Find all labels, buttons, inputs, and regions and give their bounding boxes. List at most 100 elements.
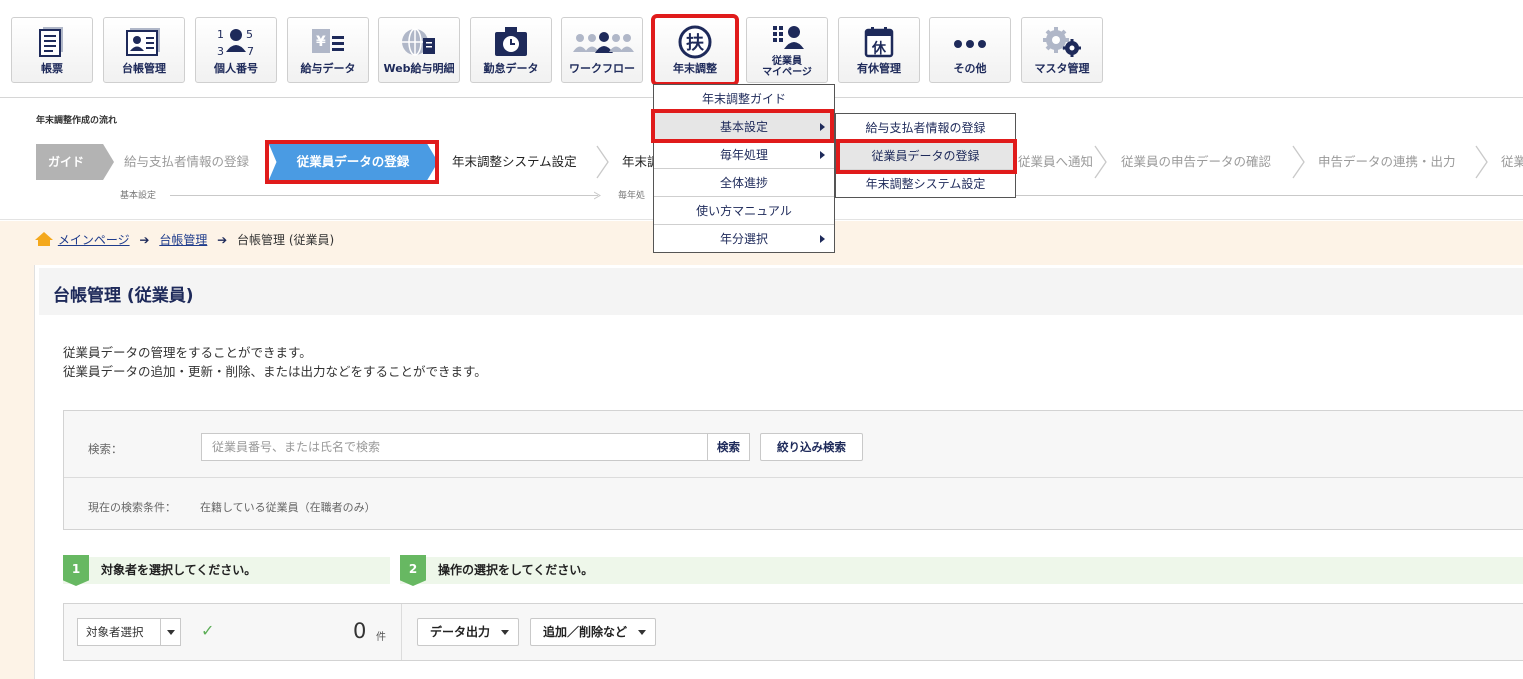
add-delete-dropdown[interactable]: 追加／削除など (530, 618, 657, 646)
chevron-right-icon (596, 145, 609, 179)
flow-step-link-output[interactable]: 申告データの連携・出力 (1318, 144, 1456, 180)
step2-text: 操作の選択をしてください。 (438, 563, 594, 577)
data-export-dropdown[interactable]: データ出力 (417, 618, 520, 646)
target-select-dropdown[interactable]: 対象者選択 (77, 618, 181, 646)
page-description-line2: 従業員データの追加・更新・削除、または出力などをすることができます。 (63, 364, 487, 379)
paid-leave-calendar-icon: 休 (864, 27, 894, 58)
web-payslip-icon (402, 28, 435, 56)
menu-item-label: 年分選択 (719, 232, 768, 246)
filter-search-button[interactable]: 絞り込み検索 (760, 433, 863, 461)
year-end-fu-glyph: 扶 (686, 32, 705, 54)
search-button[interactable]: 検索 (707, 433, 750, 461)
flow-step-payer-info[interactable]: 給与支払者情報の登録 (124, 144, 249, 180)
menu-item-basic-settings[interactable]: 基本設定 (654, 113, 834, 141)
breadcrumb-home-link[interactable]: メインページ (58, 233, 130, 247)
attendance-clock-icon (495, 27, 527, 56)
chevron-right-icon (1475, 145, 1488, 179)
toolbar-label: 台帳管理 (122, 62, 166, 75)
toolbar-button-ledger[interactable]: 台帳管理 (103, 17, 185, 83)
toolbar-button-personal-number[interactable]: 1 5 3 7 個人番号 (195, 17, 277, 83)
breadcrumb-ledger-link[interactable]: 台帳管理 (159, 233, 207, 247)
toolbar-button-master[interactable]: マスタ管理 (1021, 17, 1103, 83)
step2-number-badge: 2 (400, 555, 426, 586)
toolbar-button-employee-mypage[interactable]: 従業員 マイページ (746, 17, 828, 83)
toolbar-label: 個人番号 (214, 62, 258, 75)
data-export-label: データ出力 (430, 625, 491, 639)
chevron-right-icon (1094, 145, 1107, 179)
flow-step-system-settings[interactable]: 年末調整システム設定 (452, 144, 577, 180)
caret-down-icon (501, 630, 510, 635)
step2-bar: 2 操作の選択をしてください。 (400, 555, 1523, 586)
toolbar-button-other[interactable]: その他 (929, 17, 1011, 83)
selected-count: 0 (353, 619, 367, 643)
search-condition-value: 在籍している従業員（在職者のみ） (200, 501, 376, 514)
basic-settings-submenu: 給与支払者情報の登録 従業員データの登録 年末調整システム設定 (835, 113, 1016, 198)
flow-step-employee-data[interactable]: 従業員データの登録 (268, 142, 438, 182)
step1-bar: 1 対象者を選択してください。 (63, 555, 390, 586)
page-title: 台帳管理 (従業員) (53, 286, 194, 306)
operations-panel: 対象者選択 ✓ 0 件 データ出力 追加／削除など (63, 603, 1523, 661)
submenu-arrow-icon (820, 151, 825, 159)
toolbar-label-line2: マイページ (762, 67, 812, 78)
submenu-item-employee-data[interactable]: 従業員データの登録 (836, 142, 1015, 170)
menu-item-guide[interactable]: 年末調整ガイド (654, 85, 834, 113)
toolbar-label: 年末調整 (673, 62, 717, 75)
submenu-arrow-icon (820, 235, 825, 243)
checkmark-icon: ✓ (201, 621, 215, 640)
svg-text:¥: ¥ (316, 34, 326, 50)
step1-number-badge: 1 (63, 555, 89, 586)
page-description-line1: 従業員データの管理をすることができます。 (63, 345, 312, 360)
target-select-label: 対象者選択 (86, 625, 144, 639)
breadcrumb-current: 台帳管理 (従業員) (237, 233, 335, 247)
toolbar-label: Web給与明細 (383, 62, 455, 75)
divider (64, 477, 1523, 478)
menu-item-label: 基本設定 (719, 120, 768, 134)
menu-item-year-select[interactable]: 年分選択 (654, 225, 834, 253)
toolbar-button-reports[interactable]: 帳票 (11, 17, 93, 83)
paid-leave-glyph: 休 (871, 40, 887, 57)
toolbar-button-workflow[interactable]: ワークフロー (561, 17, 643, 83)
menu-item-manual[interactable]: 使い方マニュアル (654, 197, 834, 225)
svg-text:1: 1 (217, 28, 224, 41)
home-icon (35, 232, 53, 246)
flow-step-employee-partial[interactable]: 従業 (1501, 144, 1523, 180)
flow-title: 年末調整作成の流れ (36, 116, 118, 126)
flow-timeline-right (1016, 195, 1523, 196)
year-end-fu-icon: 扶 (678, 25, 712, 59)
search-label: 検索： (88, 442, 123, 456)
flow-guide-chip: ガイド (36, 144, 114, 180)
add-delete-label: 追加／削除など (543, 625, 628, 639)
selected-count-unit: 件 (376, 632, 386, 643)
flow-timeline (170, 195, 598, 196)
breadcrumb-arrow-icon: ➔ (139, 233, 150, 247)
toolbar-button-salary-data[interactable]: ¥ 給与データ (287, 17, 369, 83)
search-condition-label: 現在の検索条件： (88, 501, 176, 514)
main-panel: 台帳管理 (従業員) 従業員データの管理をすることができます。 従業員データの追… (34, 265, 1523, 679)
toolbar-label: マスタ管理 (1034, 62, 1090, 75)
menu-item-overall-progress[interactable]: 全体進捗 (654, 169, 834, 197)
caret-box (160, 619, 180, 645)
flow-step-confirm-declarations[interactable]: 従業員の申告データの確認 (1121, 144, 1271, 180)
document-list-icon (39, 27, 63, 57)
flow-sub-label-yearly: 毎年処 (618, 191, 646, 201)
submenu-item-system-settings[interactable]: 年末調整システム設定 (836, 170, 1015, 198)
divider (401, 604, 402, 660)
toolbar-label: その他 (953, 62, 987, 75)
timeline-arrow-icon (594, 191, 601, 200)
flow-step-notify-employees[interactable]: 従業員へ通知 (1018, 144, 1093, 180)
caret-down-icon (638, 630, 647, 635)
toolbar-button-attendance[interactable]: 勤怠データ (470, 17, 552, 83)
svg-text:7: 7 (247, 45, 254, 58)
menu-item-yearly-process[interactable]: 毎年処理 (654, 141, 834, 169)
svg-text:3: 3 (217, 45, 224, 58)
workflow-people-icon (573, 32, 634, 53)
submenu-item-payer-info[interactable]: 給与支払者情報の登録 (836, 114, 1015, 142)
toolbar-label: ワークフロー (569, 62, 635, 75)
chevron-right-icon (1292, 145, 1305, 179)
toolbar-button-paid-leave[interactable]: 休 有休管理 (838, 17, 920, 83)
toolbar-button-web-payslip[interactable]: Web給与明細 (378, 17, 460, 83)
toolbar-button-year-end-adjustment[interactable]: 扶 年末調整 (651, 14, 739, 86)
toolbar-label: 帳票 (41, 62, 63, 75)
id-card-icon (126, 28, 160, 56)
search-input[interactable] (201, 433, 707, 461)
